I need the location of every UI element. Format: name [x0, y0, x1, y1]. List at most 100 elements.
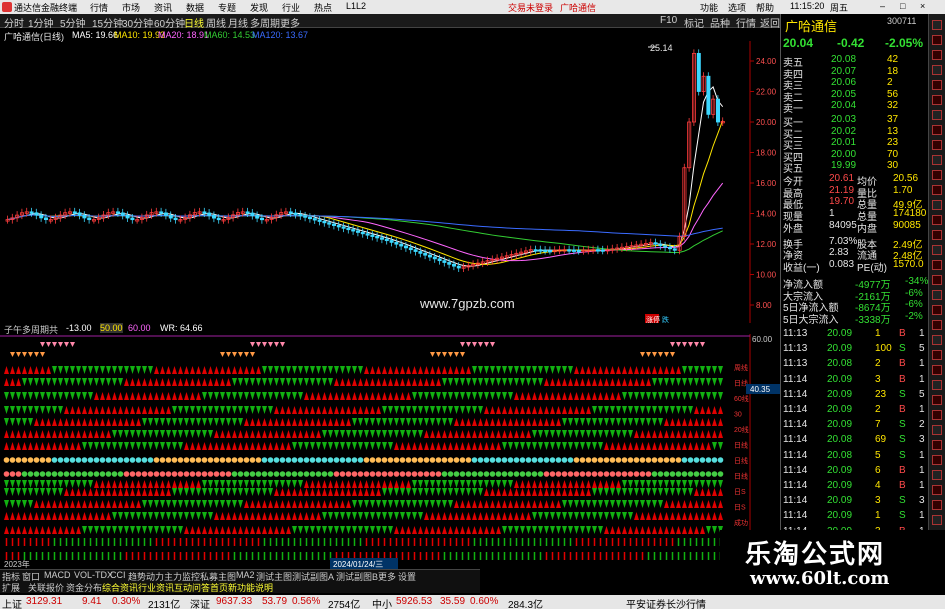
period-weekly[interactable]: 周线 [206, 15, 226, 30]
side-tool-icon[interactable] [932, 440, 942, 450]
period-monthly[interactable]: 月线 [228, 15, 248, 30]
tab-whats-new[interactable]: 首页新功能说明 [210, 581, 273, 594]
signal-triangle [646, 488, 651, 496]
signal-triangle [688, 430, 693, 438]
tab-extend[interactable]: 扩展 [2, 581, 20, 594]
side-tool-icon[interactable] [932, 485, 942, 495]
side-tool-icon[interactable] [932, 320, 942, 330]
multi-period-indicator[interactable]: 周线日线60线3020线日线日线日线日S日S成功 60.00 40.35 202… [0, 334, 780, 569]
signal-triangle [202, 442, 207, 450]
menu-market[interactable]: 市场 [122, 1, 140, 14]
side-tool-icon[interactable] [932, 80, 942, 90]
signal-triangle [10, 366, 15, 374]
tab-news[interactable]: 综合资讯 [102, 581, 138, 594]
period-60min[interactable]: 60分钟 [154, 15, 185, 30]
menu-news[interactable]: 资讯 [154, 1, 172, 14]
signal-dot [675, 457, 682, 463]
menu-l1l2[interactable]: L1L2 [346, 1, 366, 11]
signal-triangle [532, 500, 537, 508]
trade-login-link[interactable]: 交易未登录 [508, 1, 553, 14]
tab-fund-dist[interactable]: 资金分布 [66, 581, 102, 594]
minimize-icon[interactable]: – [880, 1, 885, 11]
side-tool-icon[interactable] [932, 455, 942, 465]
signal-triangle [466, 430, 471, 438]
signal-triangle [622, 406, 627, 414]
side-tool-icon[interactable] [932, 305, 942, 315]
variety-button[interactable]: 品种 [710, 15, 730, 30]
side-tool-icon[interactable] [932, 290, 942, 300]
side-tool-icon[interactable] [932, 410, 942, 420]
period-timeshare[interactable]: 分时 [4, 15, 24, 30]
f10-button[interactable]: F10 [660, 15, 677, 26]
side-tool-icon[interactable] [932, 95, 942, 105]
menu-data[interactable]: 数据 [186, 1, 204, 14]
side-tool-icon[interactable] [932, 380, 942, 390]
signal-triangle [694, 430, 699, 438]
tab-related-quote[interactable]: 关联报价 [28, 581, 64, 594]
menu-help[interactable]: 帮助 [756, 1, 774, 14]
candle [447, 262, 452, 265]
signal-triangle [490, 500, 495, 508]
menu-hot[interactable]: 热点 [314, 1, 332, 14]
signal-triangle [274, 488, 279, 496]
tab-cci[interactable]: CCI [110, 570, 126, 580]
side-tool-icon[interactable] [932, 125, 942, 135]
back-button[interactable]: 返回 [760, 15, 780, 30]
price-tick: 12.00 [756, 240, 777, 249]
menu-quotes[interactable]: 行情 [90, 1, 108, 14]
menu-function[interactable]: 功能 [700, 1, 718, 14]
signal-triangle [136, 442, 141, 450]
close-icon[interactable]: × [920, 1, 925, 11]
quote-button[interactable]: 行情 [736, 15, 756, 30]
menu-industry[interactable]: 行业 [282, 1, 300, 14]
period-5min[interactable]: 5分钟 [60, 15, 86, 30]
side-tool-icon[interactable] [932, 230, 942, 240]
signal-dot [573, 457, 580, 463]
side-tool-icon[interactable] [932, 335, 942, 345]
side-tool-icon[interactable] [932, 170, 942, 180]
sh-label[interactable]: 上证 [2, 596, 22, 609]
menu-topic[interactable]: 专题 [218, 1, 236, 14]
side-tool-icon[interactable] [932, 35, 942, 45]
side-tool-icon[interactable] [932, 275, 942, 285]
period-multi[interactable]: 多周期 [250, 15, 280, 30]
side-tool-icon[interactable] [932, 200, 942, 210]
side-tool-icon[interactable] [932, 500, 942, 510]
tab-ma2[interactable]: MA2 [236, 570, 255, 580]
signal-dot [345, 457, 352, 463]
side-tool-icon[interactable] [932, 260, 942, 270]
side-tool-icon[interactable] [932, 20, 942, 30]
stock-link[interactable]: 广哈通信 [560, 1, 596, 14]
tab-qa[interactable]: 互动问答 [174, 581, 210, 594]
period-1min[interactable]: 1分钟 [28, 15, 54, 30]
period-15min[interactable]: 15分钟 [92, 15, 123, 30]
menu-options[interactable]: 选项 [728, 1, 746, 14]
side-tool-icon[interactable] [932, 245, 942, 255]
side-tool-icon[interactable] [932, 425, 942, 435]
signal-dot [279, 471, 286, 477]
kline-chart[interactable]: 24.0022.0020.0018.0016.0014.0012.0010.00… [0, 41, 780, 326]
zx-label[interactable]: 中小 [372, 596, 392, 609]
maximize-icon[interactable]: □ [900, 1, 905, 11]
side-tool-icon[interactable] [932, 50, 942, 60]
tab-industry-news[interactable]: 行业资讯 [138, 581, 174, 594]
period-30min[interactable]: 30分钟 [122, 15, 153, 30]
period-more[interactable]: 更多 [280, 15, 300, 30]
side-tool-icon[interactable] [932, 155, 942, 165]
side-tool-icon[interactable] [932, 140, 942, 150]
side-tool-icon[interactable] [932, 185, 942, 195]
side-tool-icon[interactable] [932, 515, 942, 525]
side-tool-icon[interactable] [932, 350, 942, 360]
sz-label[interactable]: 深证 [190, 596, 210, 609]
side-tool-icon[interactable] [932, 395, 942, 405]
tab-vol[interactable]: VOL-TDX [74, 570, 113, 580]
side-tool-icon[interactable] [932, 110, 942, 120]
side-tool-icon[interactable] [932, 365, 942, 375]
mark-button[interactable]: 标记 [684, 15, 704, 30]
side-tool-icon[interactable] [932, 65, 942, 75]
menu-discover[interactable]: 发现 [250, 1, 268, 14]
side-tool-icon[interactable] [932, 470, 942, 480]
tab-macd[interactable]: MACD [44, 570, 71, 580]
period-daily[interactable]: 日线 [184, 15, 204, 30]
side-tool-icon[interactable] [932, 215, 942, 225]
